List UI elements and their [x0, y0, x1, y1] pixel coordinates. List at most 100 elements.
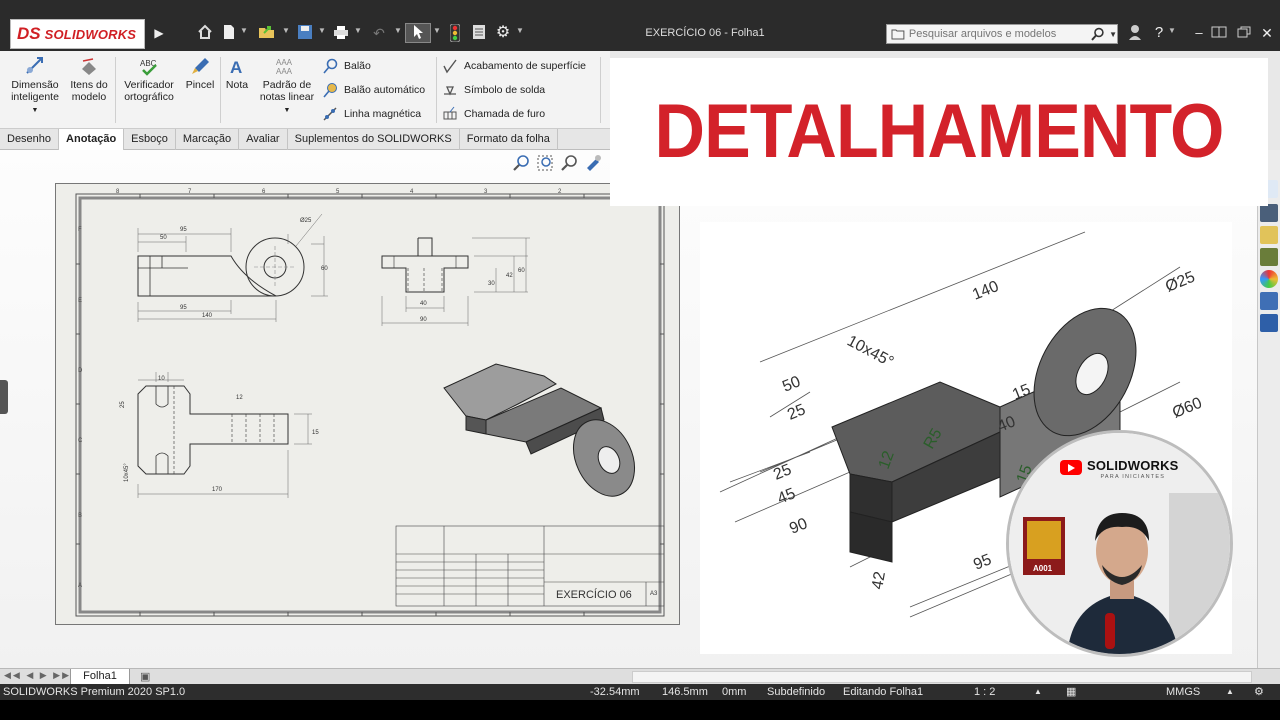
top-dimension[interactable]: 42	[506, 273, 513, 279]
solidworks-logo[interactable]: DS SOLIDWORKS	[10, 19, 145, 49]
front-dimension[interactable]: 60	[321, 266, 328, 272]
front-dimension[interactable]: 95	[180, 227, 187, 233]
iso-dimension: 45	[775, 485, 798, 507]
top-dimension[interactable]: 30	[488, 281, 495, 287]
options-dropdown-icon[interactable]: ▼	[516, 26, 524, 35]
print-dropdown-icon[interactable]: ▼	[354, 26, 362, 35]
side-dimension[interactable]: 15	[312, 430, 319, 436]
drawing-sheet[interactable]: 8 7 6 5 4 3 2 1 F E D C B A	[55, 183, 680, 625]
view-settings-icon[interactable]	[584, 154, 602, 172]
sheet-tab-folha1[interactable]: Folha1	[70, 669, 130, 685]
top-view[interactable]	[381, 237, 530, 326]
linear-note-pattern-button[interactable]: AAA AAA Padrão de notas linear ▼	[254, 55, 320, 117]
iso-dimension: 25	[771, 461, 794, 483]
new-document-icon[interactable]	[220, 24, 238, 42]
model-items-button[interactable]: Itens do modelo	[66, 55, 112, 103]
sheet-navigation-arrows-icon[interactable]: ◀◀ ◀ ▶ ▶▶	[4, 670, 71, 681]
zoom-to-fit-icon[interactable]	[512, 154, 530, 172]
search-input[interactable]	[908, 28, 1088, 40]
select-cursor-icon[interactable]	[405, 23, 431, 43]
help-icon[interactable]: ?	[1150, 24, 1168, 42]
tile-windows-icon[interactable]	[1210, 24, 1228, 42]
magnetic-line-button[interactable]: Linha magnética	[322, 103, 421, 125]
smart-dimension-dropdown-icon[interactable]: ▼	[32, 107, 39, 114]
save-icon[interactable]	[296, 24, 314, 42]
restore-icon[interactable]	[1235, 24, 1253, 42]
top-dimension[interactable]: 90	[420, 317, 427, 323]
drawing-sheet-canvas: 8 7 6 5 4 3 2 1 F E D C B A	[75, 189, 665, 617]
front-view[interactable]	[137, 213, 328, 322]
undo-icon[interactable]: ↶	[370, 24, 388, 42]
hole-callout-button[interactable]: Chamada de furo	[442, 103, 545, 125]
close-icon[interactable]: ✕	[1258, 24, 1276, 42]
user-account-icon[interactable]	[1126, 24, 1144, 42]
horizontal-scrollbar[interactable]	[632, 671, 1252, 683]
expand-menu-icon[interactable]: ▶	[150, 24, 168, 42]
side-dimension[interactable]: 10x45°	[124, 463, 130, 482]
solidworks-forum-icon[interactable]	[1260, 314, 1278, 332]
top-dimension[interactable]: 40	[420, 301, 427, 307]
previous-view-icon[interactable]	[560, 154, 578, 172]
front-dimension[interactable]: 95	[180, 305, 187, 311]
scale-dropdown-icon[interactable]: ▲	[1034, 684, 1042, 700]
search-dropdown-icon[interactable]: ▼	[1109, 30, 1117, 39]
appearances-icon[interactable]	[1260, 270, 1278, 288]
tab-annotation[interactable]: Anotação	[59, 129, 125, 150]
save-dropdown-icon[interactable]: ▼	[318, 26, 326, 35]
tab-add-ins[interactable]: Suplementos do SOLIDWORKS	[288, 129, 460, 150]
rebuild-traffic-light-icon[interactable]	[446, 23, 464, 43]
home-icon[interactable]	[196, 24, 214, 42]
tab-markup[interactable]: Marcação	[176, 129, 240, 150]
note-button[interactable]: A Nota	[222, 55, 252, 91]
view-palette-icon[interactable]	[1260, 248, 1278, 266]
zone-row-label: E	[78, 298, 82, 304]
smart-dimension-button[interactable]: Dimensão inteligente ▼	[6, 55, 64, 117]
customize-status-icon[interactable]: ⚙	[1254, 684, 1264, 700]
units-dropdown-icon[interactable]: ▲	[1226, 684, 1234, 700]
feature-manager-toggle-handle[interactable]	[0, 380, 8, 414]
front-dimension[interactable]: Ø25	[300, 218, 312, 224]
isometric-view[interactable]	[443, 363, 646, 506]
tab-sketch[interactable]: Esboço	[124, 129, 176, 150]
print-icon[interactable]	[332, 24, 350, 42]
select-dropdown-icon[interactable]: ▼	[433, 26, 441, 35]
open-dropdown-icon[interactable]: ▼	[282, 26, 290, 35]
top-dimension[interactable]: 60	[518, 268, 525, 274]
undo-dropdown-icon[interactable]: ▼	[394, 26, 402, 35]
rebuild-indicator-icon[interactable]: ▦	[1066, 684, 1076, 700]
file-explorer-icon[interactable]	[1260, 226, 1278, 244]
help-dropdown-icon[interactable]: ▼	[1168, 26, 1176, 35]
open-icon[interactable]	[258, 24, 276, 42]
zoom-to-area-icon[interactable]	[536, 154, 554, 172]
side-dimension[interactable]: 10	[158, 376, 165, 382]
balloon-button[interactable]: Balão	[322, 55, 371, 77]
toolbar-separator	[436, 57, 437, 123]
side-dimension[interactable]: 25	[120, 401, 126, 408]
side-dimension[interactable]: 170	[212, 487, 223, 493]
weld-symbol-button[interactable]: Símbolo de solda	[442, 79, 545, 101]
tab-drawing[interactable]: Desenho	[0, 129, 60, 150]
tab-sheet-format[interactable]: Formato da folha	[460, 129, 558, 150]
zone-row-label: A	[78, 583, 82, 589]
new-dropdown-icon[interactable]: ▼	[240, 26, 248, 35]
front-dimension[interactable]: 50	[160, 235, 167, 241]
options-gear-icon[interactable]: ⚙	[494, 24, 512, 42]
add-sheet-icon[interactable]: ▣	[140, 670, 150, 683]
status-scale[interactable]: 1 : 2	[974, 684, 995, 700]
auto-balloon-button[interactable]: Balão automático	[322, 79, 425, 101]
front-dimension[interactable]: 140	[202, 313, 213, 319]
surface-finish-button[interactable]: Acabamento de superfície	[442, 55, 586, 77]
side-view[interactable]	[137, 372, 312, 498]
tab-evaluate[interactable]: Avaliar	[239, 129, 288, 150]
search-box[interactable]: ▼	[886, 24, 1118, 44]
side-dimension[interactable]: 12	[236, 395, 243, 401]
format-painter-button[interactable]: Pincel	[182, 55, 218, 91]
design-library-icon[interactable]	[1260, 204, 1278, 222]
file-properties-icon[interactable]	[470, 24, 488, 42]
search-icon[interactable]	[1091, 27, 1105, 41]
minimize-icon[interactable]: –	[1190, 24, 1208, 42]
custom-properties-icon[interactable]	[1260, 292, 1278, 310]
linear-note-pattern-dropdown-icon[interactable]: ▼	[284, 107, 291, 114]
spell-checker-button[interactable]: ABC Verificador ortográfico	[118, 55, 180, 103]
status-units[interactable]: MMGS	[1166, 684, 1200, 700]
